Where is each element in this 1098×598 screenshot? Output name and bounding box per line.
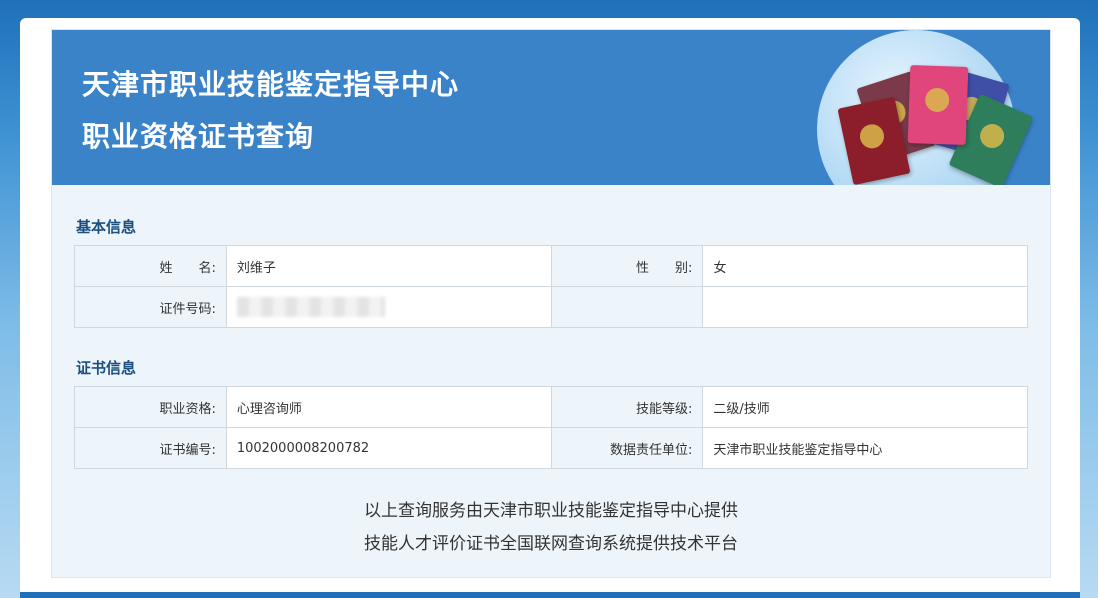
name-value: 刘维子 — [225, 245, 552, 287]
header-banner: 天津市职业技能鉴定指导中心 职业资格证书查询 — [52, 30, 1050, 185]
bottom-border — [20, 592, 1080, 598]
qualification-value: 心理咨询师 — [225, 386, 552, 428]
responsible-unit-label: 数据责任单位: — [550, 427, 704, 469]
name-label: 姓 名: — [74, 245, 227, 287]
table-row: 证书编号: 1002000008200782 数据责任单位: 天津市职业技能鉴定… — [74, 427, 1028, 469]
skill-level-value: 二级/技师 — [702, 386, 1028, 428]
cert-info-heading: 证书信息 — [76, 359, 137, 377]
table-row: 职业资格: 心理咨询师 技能等级: 二级/技师 — [74, 386, 1028, 428]
banner-title: 天津市职业技能鉴定指导中心 — [82, 68, 460, 101]
content-frame: 天津市职业技能鉴定指导中心 职业资格证书查询 基本信息 姓 名: 刘维子 性 别… — [51, 29, 1051, 578]
empty-value-cell — [702, 286, 1028, 328]
certificate-book-icon — [907, 65, 969, 145]
table-row: 姓 名: 刘维子 性 别: 女 — [74, 245, 1028, 287]
basic-info-table: 姓 名: 刘维子 性 别: 女 证件号码: — [74, 245, 1028, 328]
banner-subtitle: 职业资格证书查询 — [82, 120, 315, 153]
gender-value: 女 — [702, 245, 1028, 287]
gender-label: 性 别: — [550, 245, 704, 287]
cert-info-table: 职业资格: 心理咨询师 技能等级: 二级/技师 证书编号: 1002000008… — [74, 386, 1028, 469]
id-number-label: 证件号码: — [74, 286, 227, 328]
service-provider-note: 以上查询服务由天津市职业技能鉴定指导中心提供 — [364, 501, 738, 521]
basic-info-heading: 基本信息 — [76, 218, 137, 236]
id-number-value — [225, 286, 552, 328]
cert-number-label: 证书编号: — [74, 427, 227, 469]
responsible-unit-value: 天津市职业技能鉴定指导中心 — [702, 427, 1028, 469]
banner-decoration — [817, 30, 1034, 185]
main-panel: 天津市职业技能鉴定指导中心 职业资格证书查询 基本信息 姓 名: 刘维子 性 别… — [20, 18, 1080, 598]
table-row: 证件号码: — [74, 286, 1028, 328]
empty-label-cell — [550, 286, 704, 328]
platform-note: 技能人才评价证书全国联网查询系统提供技术平台 — [364, 534, 738, 554]
skill-level-label: 技能等级: — [550, 386, 704, 428]
cert-number-value: 1002000008200782 — [225, 427, 552, 469]
redacted-id — [236, 297, 385, 317]
qualification-label: 职业资格: — [74, 386, 227, 428]
